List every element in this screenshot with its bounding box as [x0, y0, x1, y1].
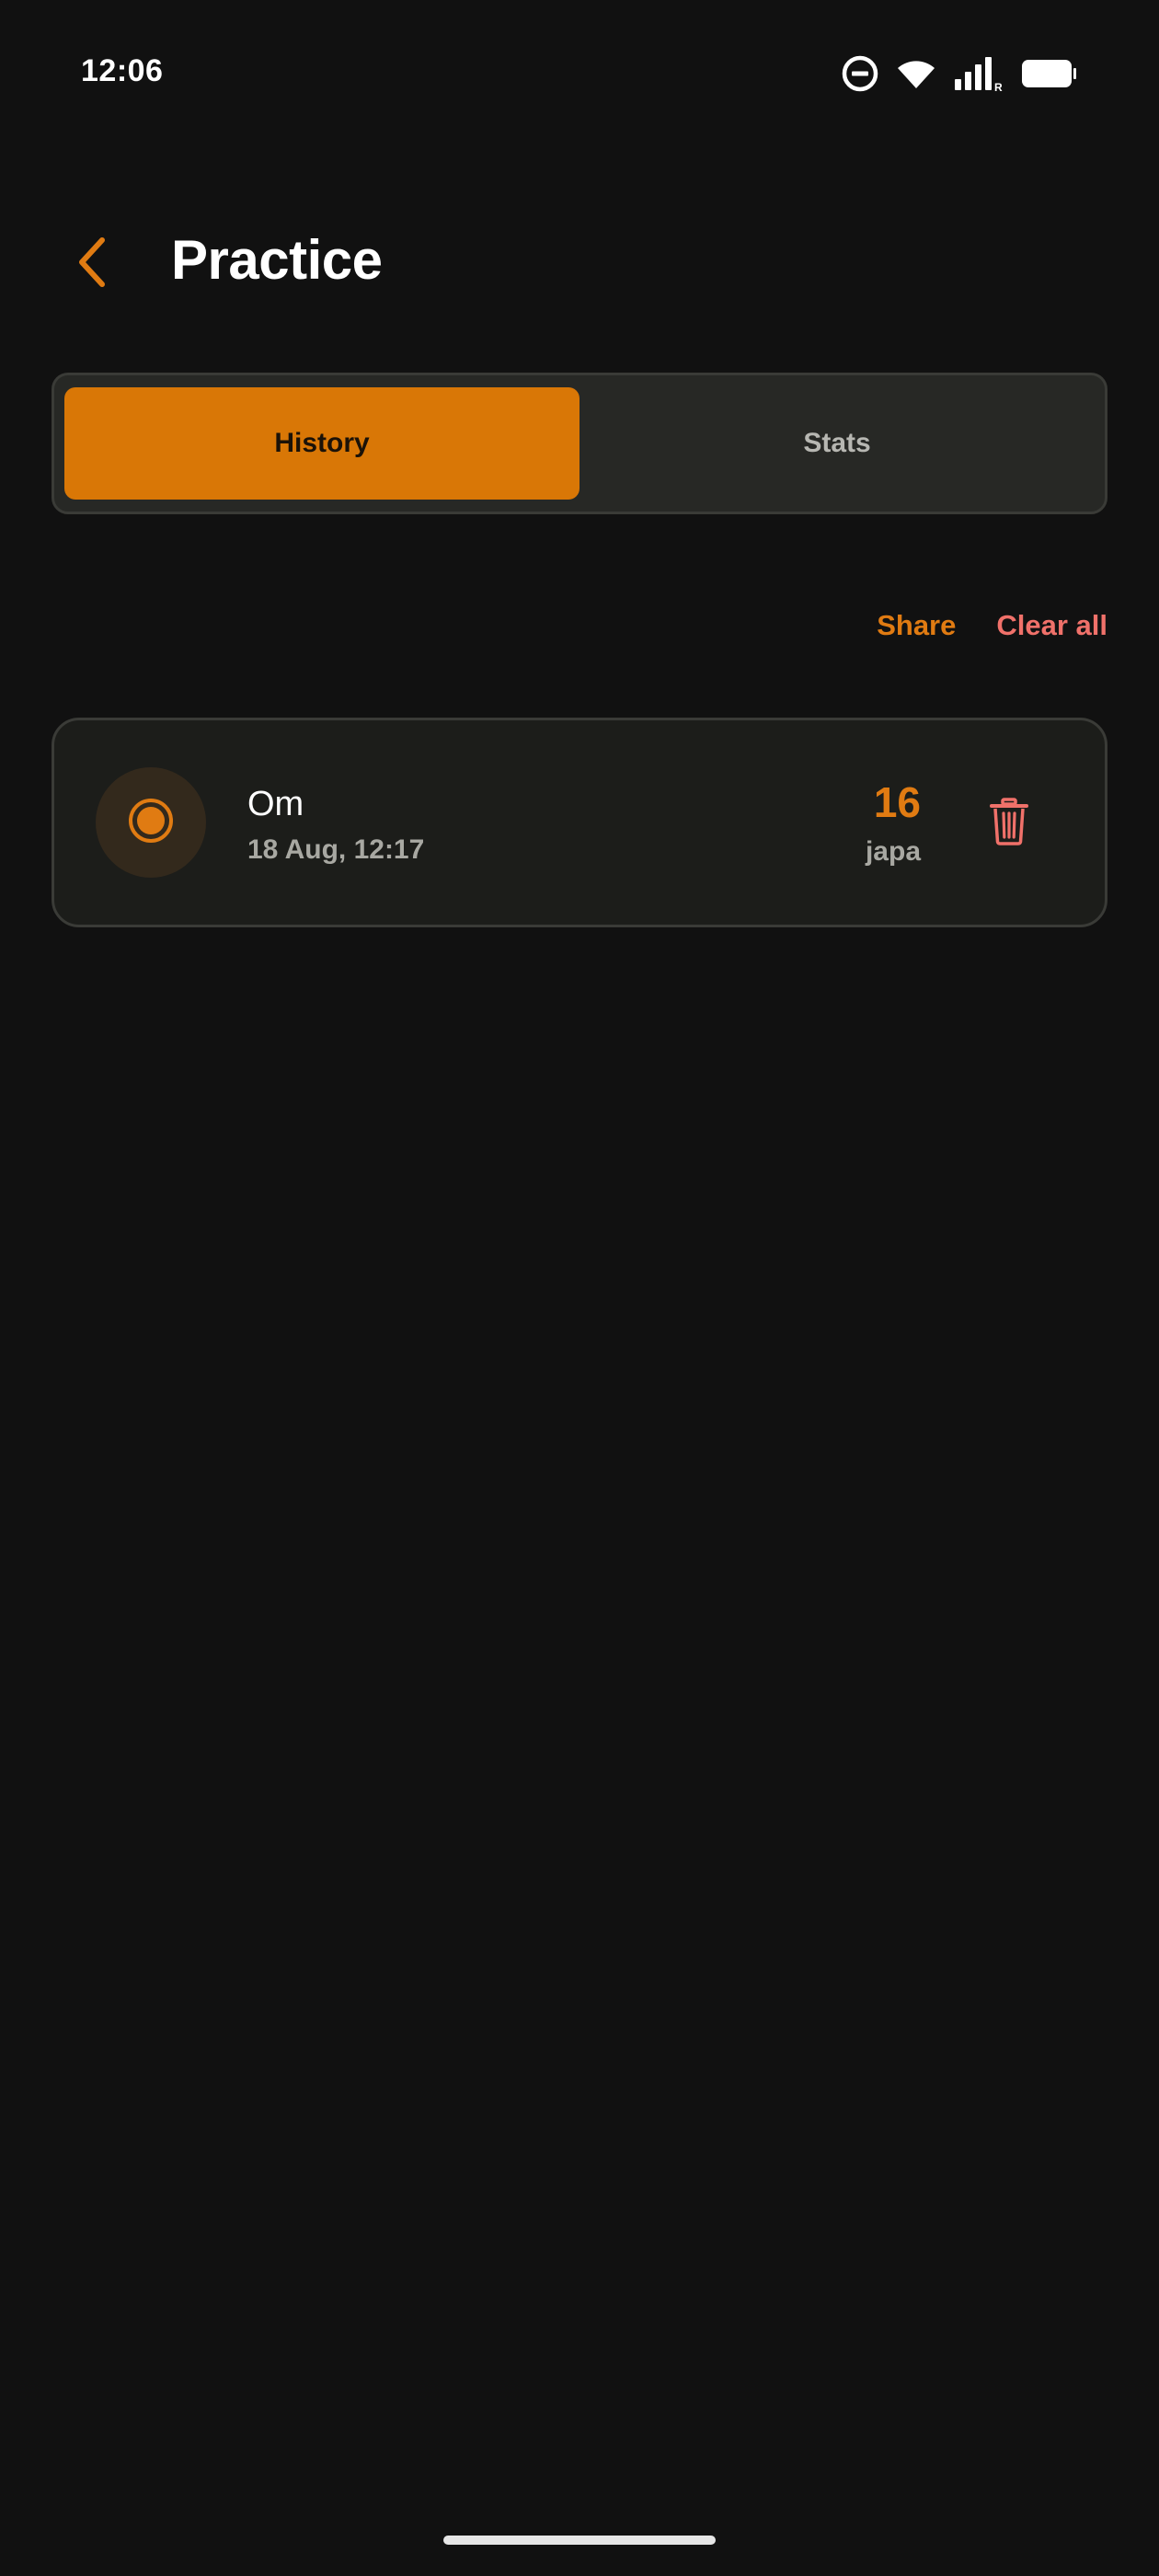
status-icons: R: [841, 53, 1078, 94]
cellular-signal-icon: R: [953, 55, 1004, 92]
delete-session-button[interactable]: [978, 792, 1040, 855]
clear-all-button[interactable]: Clear all: [996, 609, 1107, 642]
tab-history[interactable]: History: [64, 387, 580, 500]
history-actions: Share Clear all: [877, 607, 1107, 644]
target-icon: [127, 797, 175, 849]
tab-stats[interactable]: Stats: [580, 387, 1095, 500]
chevron-left-icon: [75, 235, 111, 294]
session-unit: japa: [865, 836, 921, 867]
wifi-icon: [896, 57, 936, 90]
do-not-disturb-icon: [841, 54, 879, 93]
status-time: 12:06: [81, 53, 164, 88]
session-avatar: [96, 767, 206, 878]
battery-icon: [1021, 58, 1078, 89]
page-title: Practice: [171, 229, 383, 291]
app-bar: Practice: [0, 202, 1159, 322]
share-button[interactable]: Share: [877, 609, 956, 642]
trash-icon: [989, 797, 1029, 850]
session-datetime: 18 Aug, 12:17: [247, 834, 425, 865]
back-button[interactable]: [52, 223, 134, 305]
session-name: Om: [247, 785, 304, 823]
session-count: 16: [873, 778, 921, 826]
svg-text:R: R: [994, 81, 1003, 92]
home-indicator[interactable]: [443, 2536, 716, 2545]
list-item[interactable]: Om 18 Aug, 12:17 16 japa: [52, 718, 1107, 927]
tab-switcher: History Stats: [52, 373, 1107, 514]
status-bar: 12:06 R: [0, 0, 1159, 147]
session-list: Om 18 Aug, 12:17 16 japa: [52, 718, 1107, 927]
